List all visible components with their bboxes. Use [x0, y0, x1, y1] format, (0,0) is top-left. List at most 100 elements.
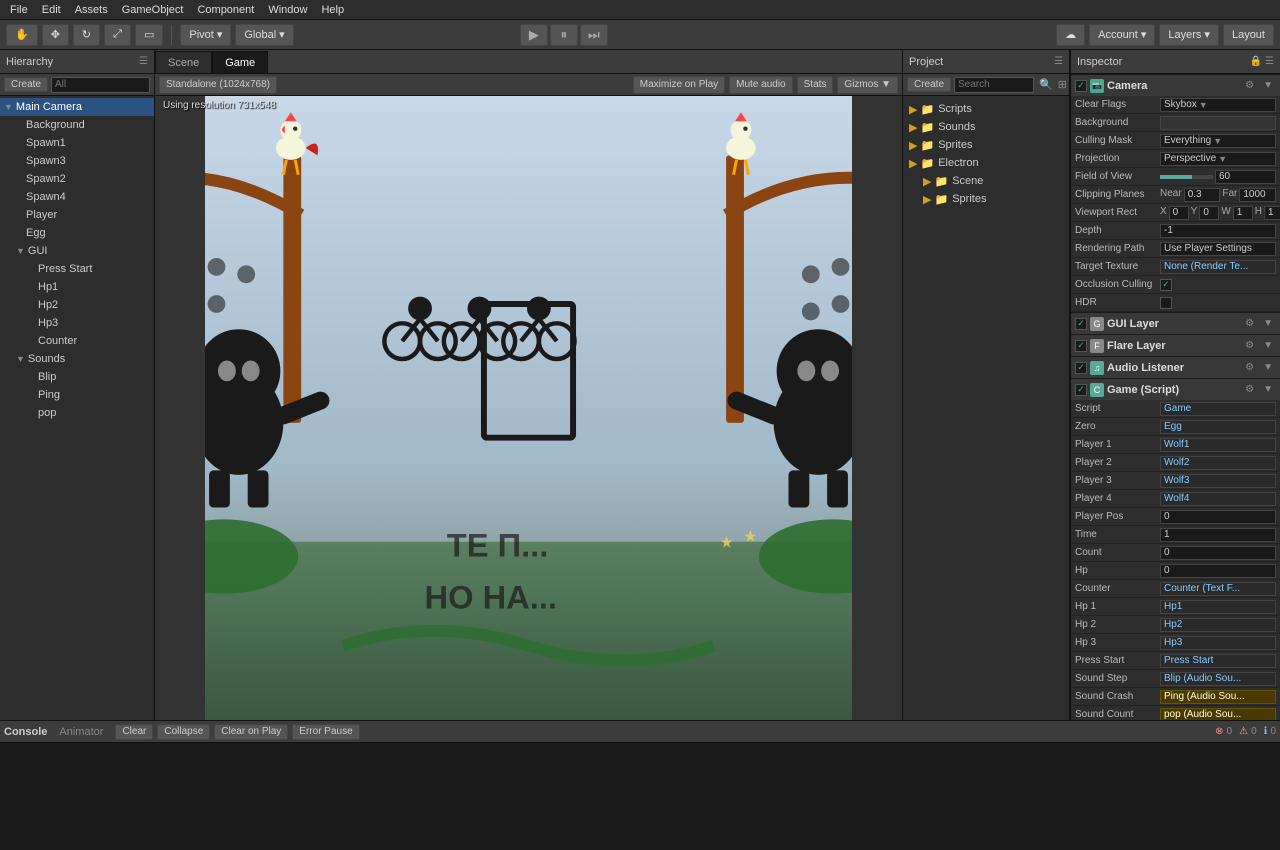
culling-mask-value[interactable]: Everything▼	[1160, 134, 1276, 148]
cloud-btn[interactable]: ☁	[1056, 24, 1085, 46]
hierarchy-search-input[interactable]	[51, 77, 150, 93]
flare-layer-checkbox[interactable]: ✓	[1075, 340, 1087, 352]
pause-button[interactable]: ⏸	[550, 24, 578, 46]
project-folder[interactable]: ▶ 📁Scene	[905, 172, 1067, 190]
clear-on-play-btn[interactable]: Clear on Play	[214, 724, 288, 740]
projection-value[interactable]: Perspective▼	[1160, 152, 1276, 166]
viewport-h[interactable]: 1	[1264, 206, 1280, 220]
project-folder[interactable]: ▶ 📁Sprites	[905, 190, 1067, 208]
gizmos-btn[interactable]: Gizmos ▼	[837, 76, 898, 94]
hierarchy-item[interactable]: ▼Main Camera	[0, 98, 154, 116]
gui-layer-more-btn[interactable]: ▼	[1260, 317, 1276, 330]
project-folder[interactable]: ▶ 📁Electron	[905, 154, 1067, 172]
hierarchy-create-btn[interactable]: Create	[4, 77, 48, 92]
hierarchy-item[interactable]: ▼GUI	[0, 242, 154, 260]
audio-listener-header[interactable]: ✓ ♫ Audio Listener ⚙▼	[1071, 356, 1280, 378]
player1-value[interactable]: Wolf1	[1160, 438, 1276, 452]
gui-layer-header[interactable]: ✓ G GUI Layer ⚙▼	[1071, 312, 1280, 334]
sound-crash-value[interactable]: Ping (Audio Sou...	[1160, 690, 1276, 704]
hierarchy-item[interactable]: Hp3	[0, 314, 154, 332]
hierarchy-item[interactable]: Spawn1	[0, 134, 154, 152]
hierarchy-item[interactable]: Ping	[0, 386, 154, 404]
viewport-y[interactable]: 0	[1199, 206, 1219, 220]
hierarchy-item[interactable]: Player	[0, 206, 154, 224]
fov-slider[interactable]	[1160, 175, 1213, 179]
project-folder[interactable]: ▶ 📁Sprites	[905, 136, 1067, 154]
player2-value[interactable]: Wolf2	[1160, 456, 1276, 470]
flare-layer-settings-btn[interactable]: ⚙	[1242, 339, 1257, 352]
game-script-header[interactable]: ✓ C Game (Script) ⚙▼	[1071, 378, 1280, 400]
hp1-value[interactable]: Hp1	[1160, 600, 1276, 614]
viewport-w[interactable]: 1	[1233, 206, 1253, 220]
sound-count-value[interactable]: pop (Audio Sou...	[1160, 708, 1276, 721]
sound-step-value[interactable]: Blip (Audio Sou...	[1160, 672, 1276, 686]
near-value[interactable]: 0.3	[1184, 188, 1221, 202]
rect-tool-btn[interactable]: ▭	[135, 24, 163, 46]
stats-btn[interactable]: Stats	[797, 76, 834, 94]
audio-listener-settings-btn[interactable]: ⚙	[1242, 361, 1257, 374]
account-btn[interactable]: Account ▾	[1089, 24, 1155, 46]
tab-scene[interactable]: Scene	[155, 51, 212, 73]
play-button[interactable]: ▶	[520, 24, 548, 46]
menu-item-assets[interactable]: Assets	[69, 2, 114, 18]
hdr-checkbox[interactable]	[1160, 297, 1172, 309]
hierarchy-item[interactable]: Hp1	[0, 278, 154, 296]
counter-value[interactable]: Counter (Text F...	[1160, 582, 1276, 596]
hp-value[interactable]: 0	[1160, 564, 1276, 578]
game-script-checkbox[interactable]: ✓	[1075, 384, 1087, 396]
standalone-btn[interactable]: Standalone (1024x768)	[159, 76, 277, 94]
layers-btn[interactable]: Layers ▾	[1159, 24, 1219, 46]
menu-item-component[interactable]: Component	[191, 2, 260, 18]
clear-flags-value[interactable]: Skybox▼	[1160, 98, 1276, 112]
viewport-x[interactable]: 0	[1169, 206, 1189, 220]
console-tab[interactable]: Console	[4, 726, 47, 738]
zero-value[interactable]: Egg	[1160, 420, 1276, 434]
hierarchy-item[interactable]: Counter	[0, 332, 154, 350]
menu-item-file[interactable]: File	[4, 2, 34, 18]
rotate-tool-btn[interactable]: ↻	[73, 24, 100, 46]
camera-enabled-checkbox[interactable]: ✓	[1075, 80, 1087, 92]
error-pause-btn[interactable]: Error Pause	[292, 724, 359, 740]
collapse-btn[interactable]: Collapse	[157, 724, 210, 740]
rendering-path-value[interactable]: Use Player Settings	[1160, 242, 1276, 256]
audio-listener-more-btn[interactable]: ▼	[1260, 361, 1276, 374]
project-search-input[interactable]	[954, 77, 1034, 93]
camera-more-btn[interactable]: ▼	[1260, 79, 1276, 92]
project-folder[interactable]: ▶ 📁Sounds	[905, 118, 1067, 136]
script-value[interactable]: Game	[1160, 402, 1276, 416]
tab-game[interactable]: Game	[212, 51, 268, 73]
flare-layer-header[interactable]: ✓ F Flare Layer ⚙▼	[1071, 334, 1280, 356]
menu-item-gameobject[interactable]: GameObject	[116, 2, 190, 18]
gui-layer-settings-btn[interactable]: ⚙	[1242, 317, 1257, 330]
hierarchy-item[interactable]: Spawn3	[0, 152, 154, 170]
hp3-value[interactable]: Hp3	[1160, 636, 1276, 650]
camera-component-header[interactable]: ✓ 📷 Camera ⚙ ▼	[1071, 74, 1280, 96]
flare-layer-more-btn[interactable]: ▼	[1260, 339, 1276, 352]
maximize-on-play-btn[interactable]: Maximize on Play	[633, 76, 725, 94]
clear-btn[interactable]: Clear	[115, 724, 153, 740]
hierarchy-item[interactable]: Hp2	[0, 296, 154, 314]
player3-value[interactable]: Wolf3	[1160, 474, 1276, 488]
fov-value[interactable]: 60	[1215, 170, 1276, 184]
step-button[interactable]: ⏭	[580, 24, 608, 46]
occlusion-culling-checkbox[interactable]: ✓	[1160, 279, 1172, 291]
mute-audio-btn[interactable]: Mute audio	[729, 76, 792, 94]
hierarchy-item[interactable]: Spawn4	[0, 188, 154, 206]
layout-btn[interactable]: Layout	[1223, 24, 1274, 46]
move-tool-btn[interactable]: ✥	[42, 24, 69, 46]
far-value[interactable]: 1000	[1239, 188, 1276, 202]
hierarchy-item[interactable]: Blip	[0, 368, 154, 386]
hierarchy-item[interactable]: pop	[0, 404, 154, 422]
menu-item-help[interactable]: Help	[315, 2, 350, 18]
player-pos-value[interactable]: 0	[1160, 510, 1276, 524]
count-value[interactable]: 0	[1160, 546, 1276, 560]
project-folder[interactable]: ▶ 📁Scripts	[905, 100, 1067, 118]
project-create-btn[interactable]: Create	[907, 77, 951, 92]
global-btn[interactable]: Global ▾	[235, 24, 293, 46]
hierarchy-item[interactable]: Spawn2	[0, 170, 154, 188]
player4-value[interactable]: Wolf4	[1160, 492, 1276, 506]
pivot-btn[interactable]: Pivot ▾	[180, 24, 231, 46]
time-value[interactable]: 1	[1160, 528, 1276, 542]
hierarchy-item[interactable]: ▼Sounds	[0, 350, 154, 368]
menu-item-window[interactable]: Window	[262, 2, 313, 18]
